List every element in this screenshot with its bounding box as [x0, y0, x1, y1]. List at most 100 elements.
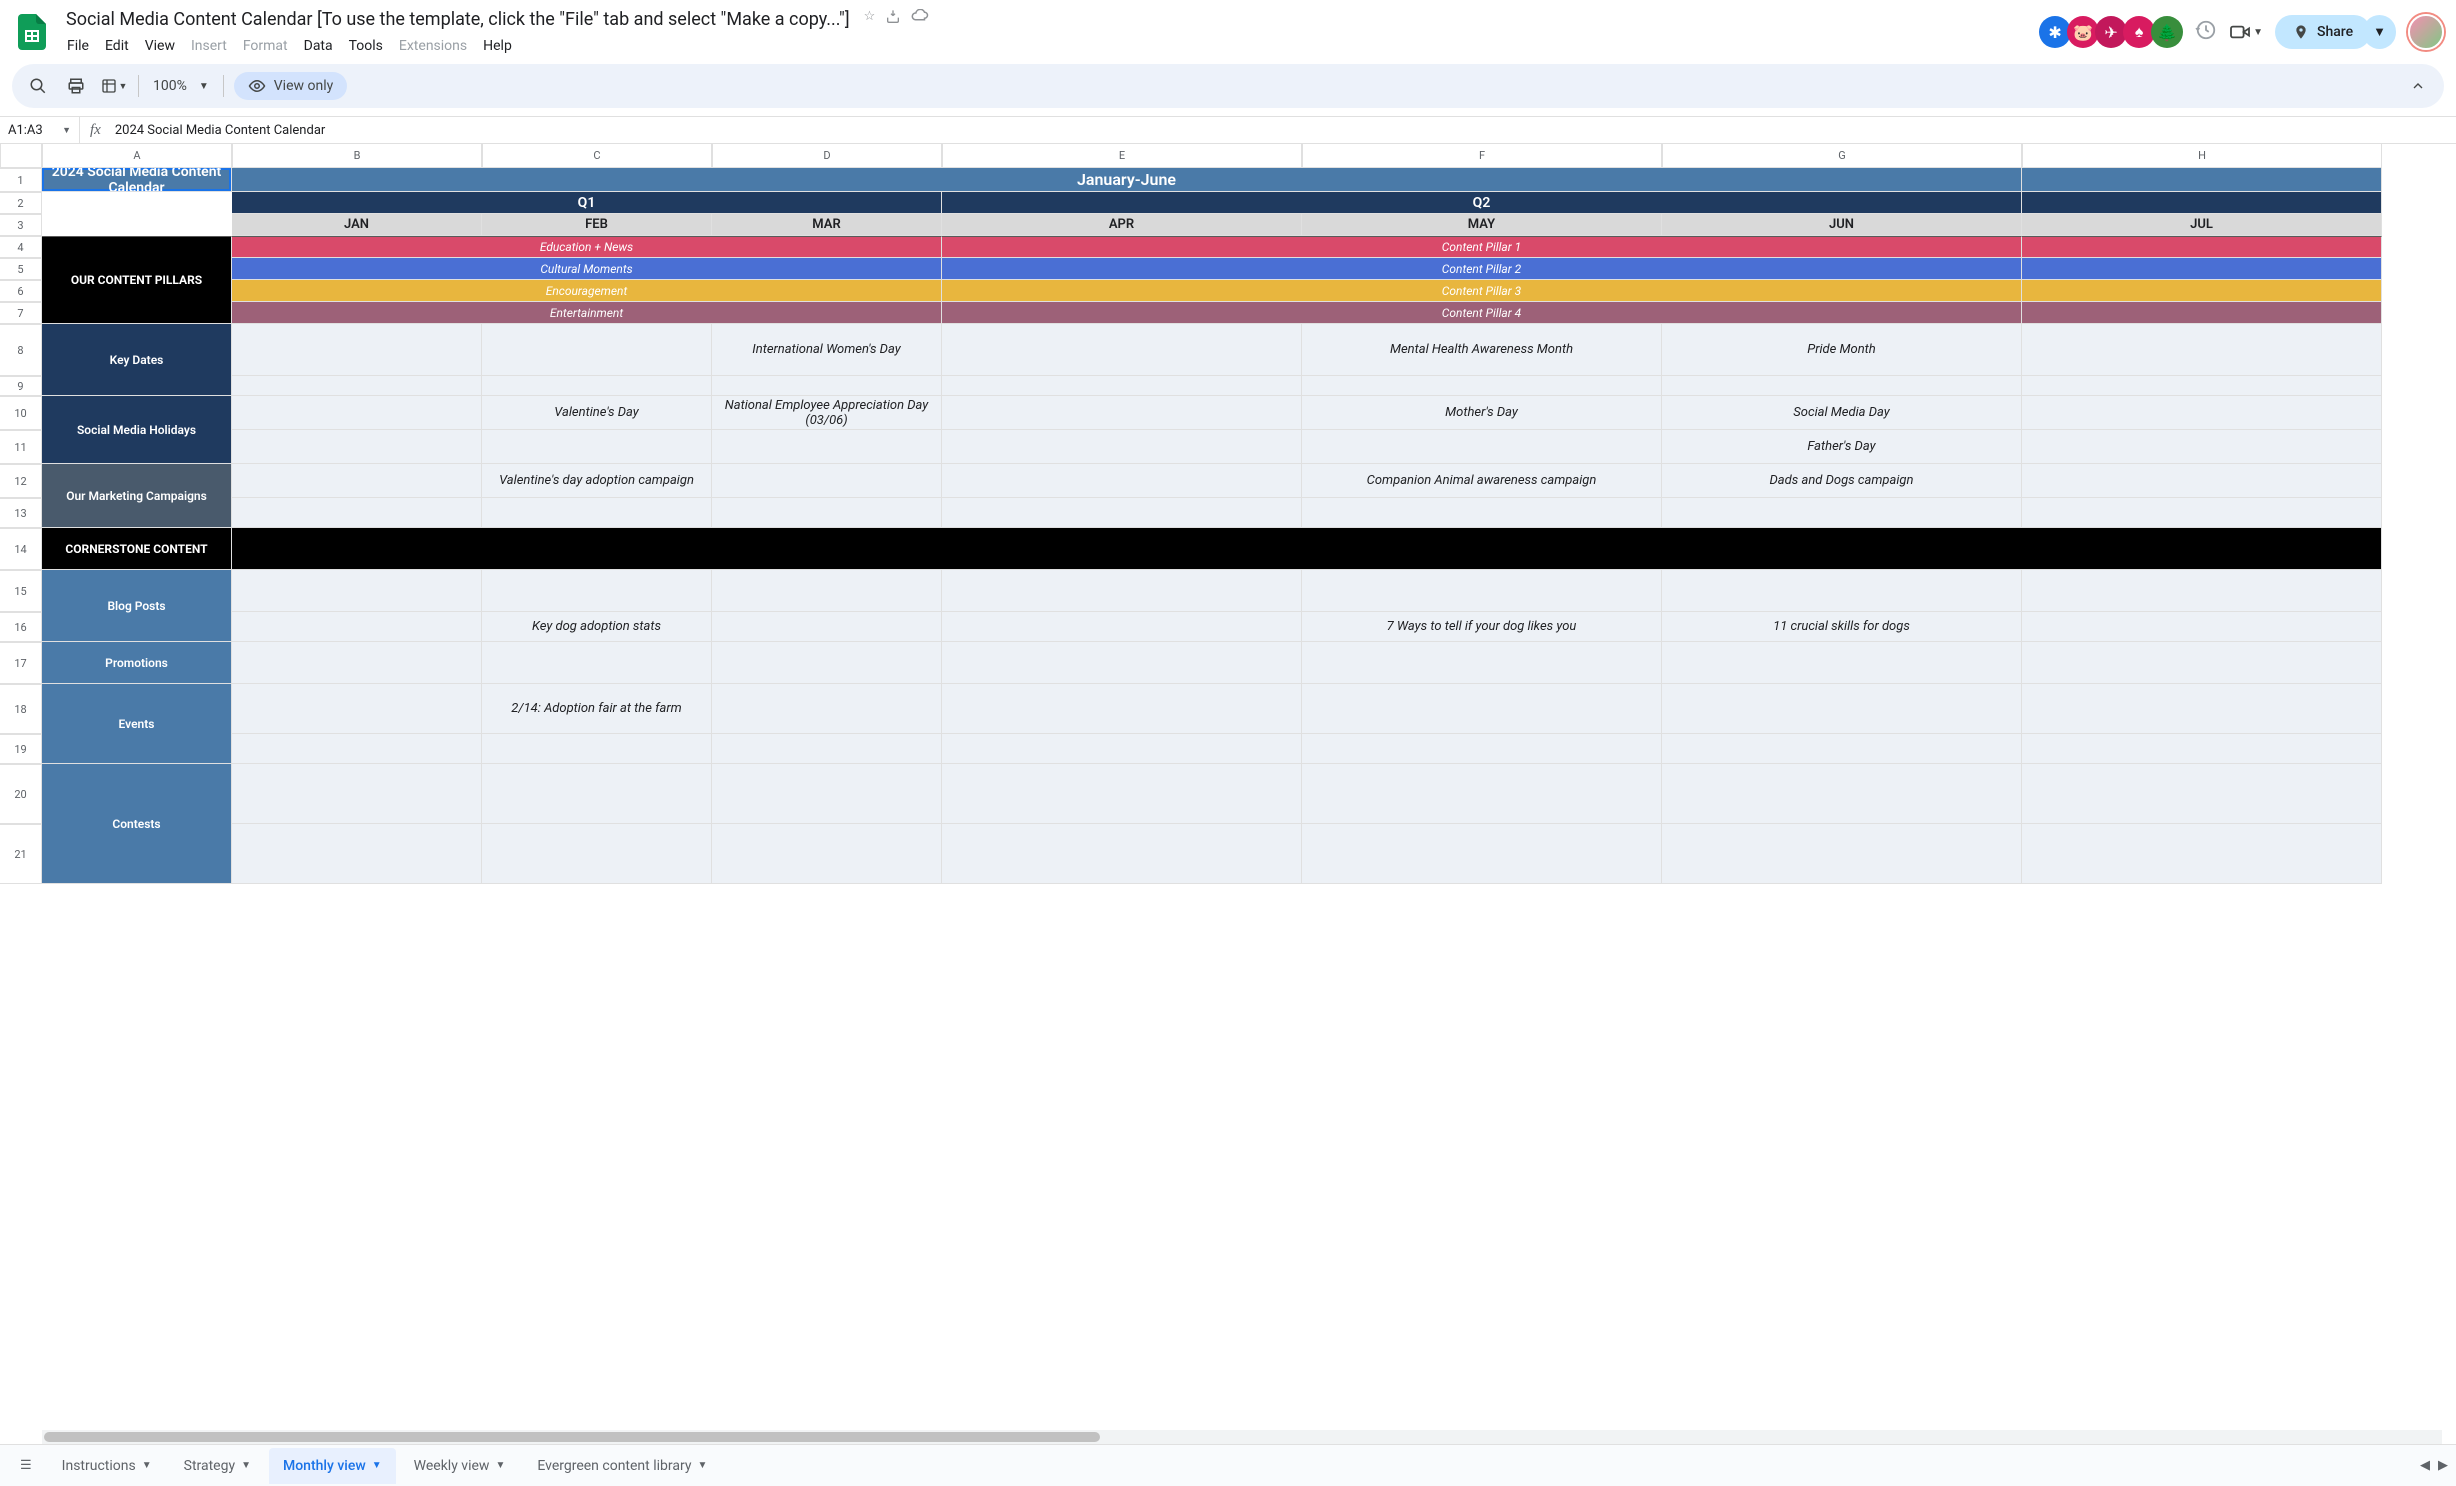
row-header[interactable]: 16 [0, 612, 42, 642]
cell[interactable] [482, 324, 712, 376]
tab-scroll-right-icon[interactable]: ▶ [2438, 1458, 2448, 1473]
cell[interactable] [2022, 498, 2382, 528]
cell[interactable] [712, 734, 942, 764]
row-header[interactable]: 18 [0, 684, 42, 734]
cell[interactable]: APR [942, 214, 1302, 236]
chevron-down-icon[interactable]: ▼ [241, 1460, 251, 1471]
cell[interactable] [232, 464, 482, 498]
menu-data[interactable]: Data [297, 34, 340, 58]
sheet-tab[interactable]: Instructions▼ [48, 1448, 166, 1484]
print-icon[interactable] [62, 72, 90, 100]
cell[interactable]: Dads and Dogs campaign [1662, 464, 2022, 498]
search-icon[interactable] [24, 72, 52, 100]
cell[interactable]: Cultural Moments [232, 258, 942, 280]
cell[interactable] [232, 570, 482, 612]
cell[interactable] [712, 464, 942, 498]
spreadsheet-grid[interactable]: A B C D E F G H 1 2024 Social Media Cont… [0, 144, 2456, 1444]
cell[interactable] [2022, 430, 2382, 464]
cell[interactable]: 2024 Social Media Content Calendar [42, 168, 232, 192]
row-header[interactable]: 2 [0, 192, 42, 214]
cell[interactable] [712, 824, 942, 884]
cell[interactable] [1302, 376, 1662, 396]
chevron-down-icon[interactable]: ▼ [495, 1460, 505, 1471]
cell[interactable] [942, 570, 1302, 612]
cell[interactable] [942, 498, 1302, 528]
cell[interactable]: CORNERSTONE CONTENT [42, 528, 232, 570]
cell[interactable] [2022, 302, 2382, 324]
meet-icon[interactable]: ▼ [2229, 23, 2263, 41]
cell[interactable] [712, 764, 942, 824]
col-header[interactable]: E [942, 144, 1302, 168]
cell[interactable] [2022, 192, 2382, 214]
cell[interactable] [712, 570, 942, 612]
sheet-tab[interactable]: Weekly view▼ [400, 1448, 520, 1484]
menu-tools[interactable]: Tools [342, 34, 390, 58]
cell[interactable] [1662, 498, 2022, 528]
cell[interactable]: Pride Month [1662, 324, 2022, 376]
cell[interactable] [1662, 764, 2022, 824]
cell[interactable]: Mental Health Awareness Month [1302, 324, 1662, 376]
chevron-down-icon[interactable]: ▼ [372, 1460, 382, 1471]
cell[interactable] [232, 612, 482, 642]
col-header[interactable]: C [482, 144, 712, 168]
cloud-icon[interactable] [911, 9, 929, 29]
cell[interactable]: Encouragement [232, 280, 942, 302]
cell[interactable]: Companion Animal awareness campaign [1302, 464, 1662, 498]
cell[interactable] [942, 324, 1302, 376]
cell[interactable]: Valentine's Day [482, 396, 712, 430]
cell[interactable]: Social Media Holidays [42, 396, 232, 464]
row-header[interactable]: 8 [0, 324, 42, 376]
row-header[interactable]: 13 [0, 498, 42, 528]
filter-icon[interactable]: ▼ [100, 72, 128, 100]
cell[interactable] [1302, 684, 1662, 734]
cell[interactable] [232, 528, 2382, 570]
cell[interactable]: Key dog adoption stats [482, 612, 712, 642]
view-only-badge[interactable]: View only [234, 72, 347, 100]
cell[interactable] [942, 824, 1302, 884]
all-sheets-icon[interactable]: ☰ [8, 1450, 44, 1481]
cell[interactable] [2022, 642, 2382, 684]
row-header[interactable]: 17 [0, 642, 42, 684]
cell[interactable] [232, 824, 482, 884]
cell[interactable] [712, 684, 942, 734]
cell[interactable] [712, 612, 942, 642]
cell[interactable] [232, 396, 482, 430]
row-header[interactable]: 3 [0, 214, 42, 236]
cell[interactable] [1662, 824, 2022, 884]
cell[interactable] [2022, 734, 2382, 764]
formula-input[interactable]: 2024 Social Media Content Calendar [111, 123, 2456, 138]
row-header[interactable]: 6 [0, 280, 42, 302]
select-all-corner[interactable] [0, 144, 42, 168]
cell[interactable] [2022, 168, 2382, 192]
cell[interactable]: FEB [482, 214, 712, 236]
cell[interactable] [712, 376, 942, 396]
cell[interactable]: Content Pillar 1 [942, 236, 2022, 258]
row-header[interactable]: 12 [0, 464, 42, 498]
cell[interactable]: Events [42, 684, 232, 764]
cell[interactable] [942, 430, 1302, 464]
col-header[interactable]: H [2022, 144, 2382, 168]
cell[interactable]: Entertainment [232, 302, 942, 324]
cell[interactable] [942, 642, 1302, 684]
account-avatar[interactable] [2408, 14, 2444, 50]
doc-title[interactable]: Social Media Content Calendar [To use th… [60, 7, 856, 32]
cell[interactable] [1662, 684, 2022, 734]
cell[interactable]: JUN [1662, 214, 2022, 236]
cell[interactable]: Key Dates [42, 324, 232, 396]
cell[interactable] [482, 824, 712, 884]
cell[interactable] [232, 376, 482, 396]
cell[interactable] [2022, 258, 2382, 280]
row-header[interactable]: 19 [0, 734, 42, 764]
cell[interactable] [1302, 764, 1662, 824]
cell[interactable] [2022, 684, 2382, 734]
cell[interactable]: OUR CONTENT PILLARS [42, 236, 232, 324]
cell[interactable]: Content Pillar 2 [942, 258, 2022, 280]
cell[interactable] [2022, 764, 2382, 824]
cell[interactable]: Our Marketing Campaigns [42, 464, 232, 528]
collaborator-avatars[interactable]: ✱ 🐷 ✈ ♠ 🌲 [2043, 16, 2183, 48]
menu-edit[interactable]: Edit [98, 34, 136, 58]
share-dropdown[interactable]: ▼ [2363, 15, 2396, 49]
cell[interactable] [1302, 570, 1662, 612]
cell[interactable]: January-June [232, 168, 2022, 192]
cell[interactable] [1302, 430, 1662, 464]
